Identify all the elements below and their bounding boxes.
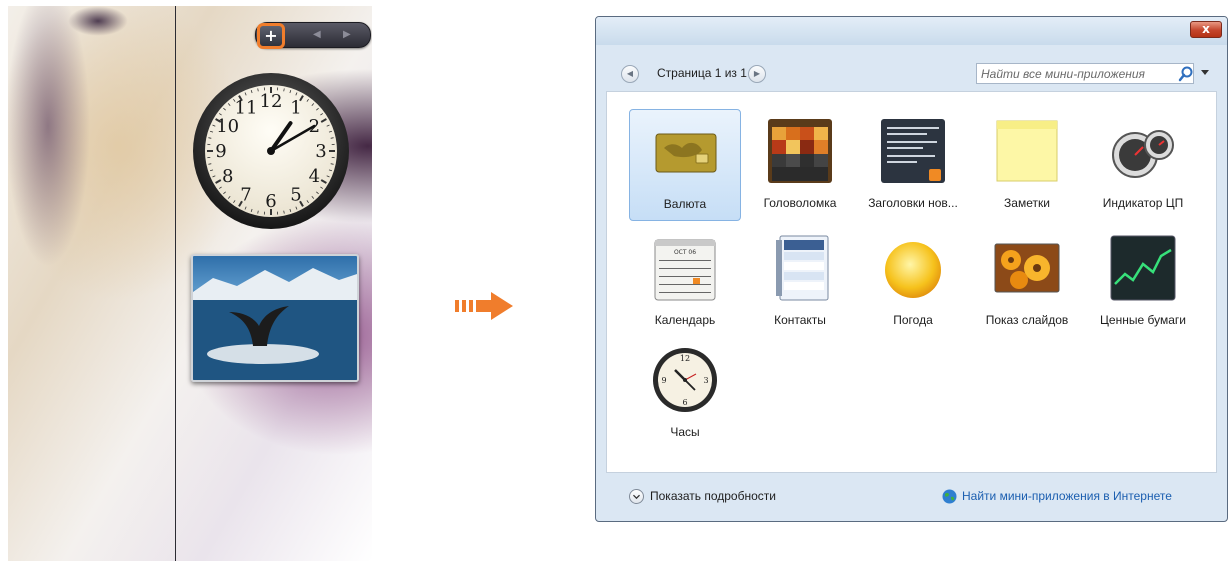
gadget-label: Головоломка (763, 196, 837, 210)
gadget-calendar[interactable]: OCT 06 Календарь (629, 226, 741, 338)
clock-gadget[interactable]: 121234567891011 (191, 71, 351, 231)
contacts-icon (776, 235, 829, 301)
search-icon[interactable] (1178, 66, 1194, 82)
slideshow-icon (994, 243, 1060, 293)
gadget-slideshow[interactable]: Показ слайдов (971, 226, 1083, 338)
clock-numeral: 6 (265, 191, 276, 212)
clock-numeral: 8 (222, 166, 233, 187)
gadget-currency[interactable]: Валюта (629, 109, 741, 221)
gadget-list: Валюта Головоломка Заголовки нов... Заме… (606, 91, 1217, 473)
gadget-clock[interactable]: 12 3 6 9 Часы (629, 338, 741, 450)
whale-tail-image (193, 268, 357, 380)
get-gadgets-online-label: Найти мини-приложения в Интернете (962, 489, 1172, 503)
clock-numeral: 3 (315, 141, 326, 162)
slideshow-gadget-photo[interactable] (191, 254, 359, 382)
sidebar-divider (175, 6, 176, 561)
gadget-label: Календарь (654, 313, 716, 327)
gadget-label: Погода (893, 313, 933, 327)
search-input[interactable] (981, 66, 1167, 81)
puzzle-icon (768, 119, 832, 183)
gadget-label: Валюта (663, 197, 707, 211)
add-gadget-button[interactable]: + (257, 23, 285, 49)
clock-numeral: 1 (290, 98, 301, 119)
svg-text:9: 9 (661, 376, 666, 385)
gadget-puzzle[interactable]: Головоломка (744, 109, 856, 221)
chevron-left-icon[interactable]: ◀ (313, 29, 321, 40)
svg-text:12: 12 (680, 354, 690, 363)
clock-numeral: 11 (235, 98, 258, 119)
chevron-down-icon (629, 489, 644, 504)
clock-numeral: 9 (215, 141, 226, 162)
svg-text:6: 6 (682, 398, 687, 407)
next-page-button[interactable]: ▶ (748, 65, 766, 83)
sticky-note-icon (996, 120, 1058, 182)
calendar-icon: OCT 06 (654, 239, 716, 301)
gadget-label: Заметки (1004, 196, 1050, 210)
gadget-notes[interactable]: Заметки (971, 109, 1083, 221)
gadget-label: Заголовки нов... (868, 196, 958, 210)
svg-text:3: 3 (703, 376, 708, 385)
page-indicator: Страница 1 из 1 (657, 66, 747, 80)
close-button[interactable]: x (1190, 21, 1222, 38)
gadget-contacts[interactable]: Контакты (744, 226, 856, 338)
calendar-month: OCT 06 (674, 249, 696, 256)
wallpaper-shadow (68, 6, 128, 36)
analog-clock-icon: 121234567891011 (193, 73, 349, 229)
clock-numeral: 10 (216, 116, 239, 137)
currency-card-icon (655, 133, 717, 173)
gadget-cpu[interactable]: Индикатор ЦП (1087, 109, 1199, 221)
clock-icon: 12 3 6 9 (653, 348, 717, 412)
gadget-label: Часы (670, 425, 700, 439)
stocks-icon (1110, 235, 1176, 301)
gadget-stocks[interactable]: Ценные бумаги (1087, 226, 1199, 338)
globe-icon (942, 489, 957, 504)
window-titlebar (596, 17, 1227, 45)
gadget-label: Индикатор ЦП (1102, 196, 1184, 210)
news-headlines-icon (881, 119, 945, 183)
gadget-label: Контакты (774, 313, 826, 327)
gadget-weather[interactable]: Погода (857, 226, 969, 338)
gadget-gallery-window: x ◀ Страница 1 из 1 ▶ Валюта (595, 16, 1228, 522)
prev-page-button[interactable]: ◀ (621, 65, 639, 83)
clock-numeral: 4 (309, 166, 320, 187)
weather-sun-icon (885, 242, 941, 298)
cpu-meter-icon (1112, 130, 1174, 178)
chevron-right-icon[interactable]: ▶ (343, 29, 351, 40)
gadget-label: Показ слайдов (985, 313, 1069, 327)
search-box[interactable] (976, 63, 1194, 84)
search-dropdown-icon[interactable] (1201, 70, 1209, 75)
arrow-right-icon (455, 292, 513, 320)
show-details-label: Показать подробности (650, 489, 776, 503)
desktop-sidebar: + ◀ ▶ 121234567891011 (8, 6, 372, 561)
clock-numeral: 12 (260, 91, 283, 112)
gadget-label: Ценные бумаги (1100, 313, 1186, 327)
gadget-news[interactable]: Заголовки нов... (857, 109, 969, 221)
